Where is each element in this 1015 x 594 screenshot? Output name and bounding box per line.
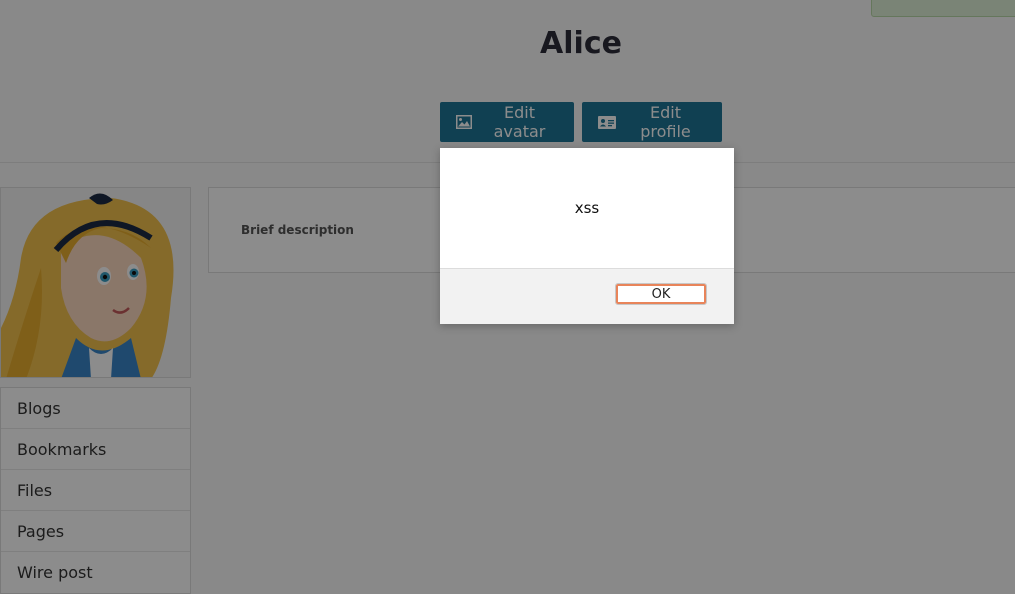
alert-footer: OK — [440, 268, 734, 324]
ok-button[interactable]: OK — [615, 283, 707, 305]
alert-message: xss — [574, 199, 600, 217]
alert-dialog: xss OK — [440, 148, 734, 324]
profile-page: Alice Edit avatar Edit profile Blogs Boo… — [0, 0, 1015, 594]
